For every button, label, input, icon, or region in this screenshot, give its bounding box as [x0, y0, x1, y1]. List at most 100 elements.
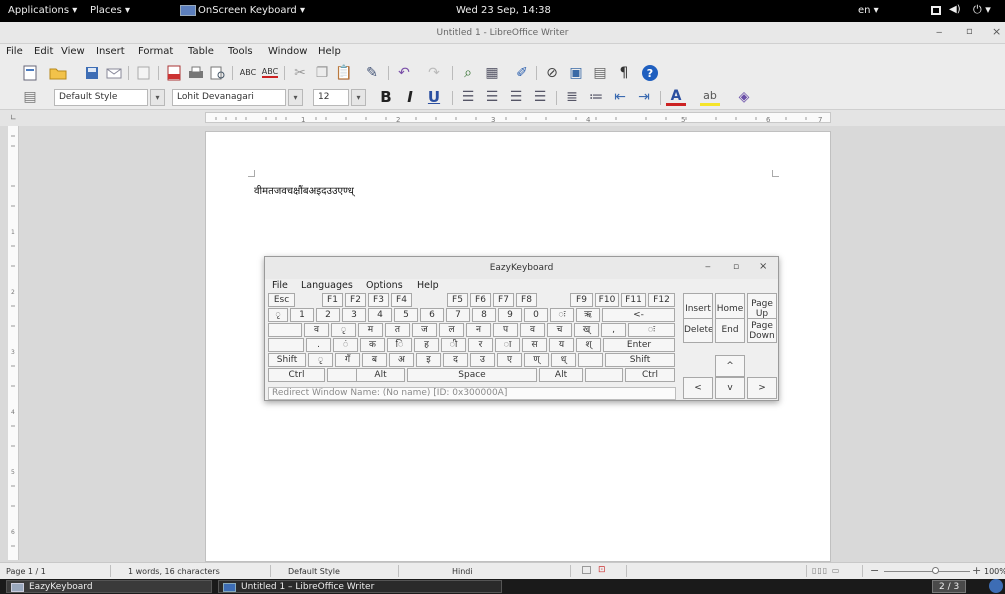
key-f1[interactable]: F1	[322, 293, 343, 307]
zoom-out-icon[interactable]: −	[870, 564, 879, 577]
insert-mode-icon[interactable]	[582, 566, 591, 574]
window-icon[interactable]	[931, 6, 941, 15]
data-sources-icon[interactable]: ▤	[590, 64, 610, 82]
navigator-icon[interactable]: ⊘	[542, 64, 562, 82]
volume-icon[interactable]: ◀)	[949, 4, 961, 15]
paragraph-style-combo[interactable]: Default Style	[54, 89, 148, 106]
menu-file[interactable]: File	[6, 46, 23, 57]
background-color-icon[interactable]: ◈	[734, 88, 754, 106]
redo-icon[interactable]: ↷	[424, 64, 444, 82]
font-name-dropdown[interactable]: ▾	[288, 89, 303, 106]
key-ri[interactable]: ऋ	[576, 308, 600, 322]
key-gan[interactable]: गँ	[335, 353, 360, 367]
minimize-button[interactable]: ‒	[936, 27, 942, 38]
key-0[interactable]: 0	[524, 308, 548, 322]
key-1[interactable]: 1	[290, 308, 314, 322]
workspace-switcher-icon[interactable]	[989, 579, 1003, 593]
key-ta[interactable]: त	[385, 323, 410, 337]
close-button[interactable]: ×	[992, 25, 1001, 38]
key-menu[interactable]	[585, 368, 623, 382]
clock[interactable]: Wed 23 Sep, 14:38	[456, 5, 551, 16]
key-ka[interactable]: क	[360, 338, 385, 352]
increase-indent-icon[interactable]: ⇥	[634, 88, 654, 106]
key-f8[interactable]: F8	[516, 293, 537, 307]
new-document-icon[interactable]	[20, 64, 40, 82]
copy-icon[interactable]: ❐	[312, 64, 332, 82]
active-app-menu[interactable]: OnScreen Keyboard ▾	[198, 5, 305, 16]
key-kha[interactable]: ख्	[574, 323, 599, 337]
help-icon[interactable]: ?	[640, 64, 660, 82]
autospellcheck-icon[interactable]: ABC	[260, 64, 280, 82]
key-ii-matra[interactable]: ी	[441, 338, 466, 352]
highlight-icon[interactable]: ab	[700, 88, 720, 106]
menu-tools[interactable]: Tools	[228, 46, 253, 57]
key-f12[interactable]: F12	[648, 293, 675, 307]
key-va[interactable]: व	[304, 323, 329, 337]
key-ba[interactable]: ब	[362, 353, 387, 367]
align-right-icon[interactable]: ☰	[506, 88, 526, 106]
key-shift-left[interactable]: Shift	[268, 353, 306, 367]
window-titlebar[interactable]: Untitled 1 - LibreOffice Writer ‒ ▫ ×	[0, 22, 1005, 44]
task-writer[interactable]: Untitled 1 – LibreOffice Writer	[218, 580, 502, 593]
key-sa[interactable]: स	[522, 338, 547, 352]
key-ctrl-left[interactable]: Ctrl	[268, 368, 325, 382]
key-i[interactable]: इ	[416, 353, 441, 367]
task-eazykeyboard[interactable]: EazyKeyboard	[6, 580, 212, 593]
numbering-icon[interactable]: ≣	[562, 88, 582, 106]
key-8[interactable]: 8	[472, 308, 496, 322]
key-f6[interactable]: F6	[470, 293, 491, 307]
menu-edit[interactable]: Edit	[34, 46, 53, 57]
language-indicator[interactable]: en ▾	[858, 5, 879, 16]
open-folder-icon[interactable]	[48, 64, 68, 82]
font-size-dropdown[interactable]: ▾	[351, 89, 366, 106]
key-sha[interactable]: श्	[576, 338, 601, 352]
key-anusvara[interactable]: ं	[333, 338, 358, 352]
key-f3[interactable]: F3	[368, 293, 389, 307]
key-nna[interactable]: ण्	[524, 353, 549, 367]
save-icon[interactable]	[82, 64, 102, 82]
print-icon[interactable]	[186, 64, 206, 82]
bold-button[interactable]: B	[376, 88, 396, 106]
key-i-matra[interactable]: ि	[387, 338, 412, 352]
key-alt-left[interactable]: Alt	[356, 368, 405, 382]
justify-icon[interactable]: ☰	[530, 88, 550, 106]
decrease-indent-icon[interactable]: ⇤	[610, 88, 630, 106]
key-caps[interactable]	[268, 338, 304, 352]
tab-stop-icon[interactable]: ∟	[10, 113, 17, 122]
menu-table[interactable]: Table	[188, 46, 214, 57]
keyboard-titlebar[interactable]: EazyKeyboard ‒ ▫ ×	[265, 257, 778, 279]
font-name-combo[interactable]: Lohit Devanagari	[172, 89, 286, 106]
key-a[interactable]: अ	[389, 353, 414, 367]
key-9[interactable]: 9	[498, 308, 522, 322]
kbd-menu-options[interactable]: Options	[366, 280, 403, 291]
key-arrow-left[interactable]: <	[683, 377, 713, 399]
key-visarga2[interactable]: ः	[628, 323, 675, 337]
key-backspace[interactable]: <-	[602, 308, 675, 322]
find-replace-icon[interactable]: ⌕	[458, 64, 478, 82]
styles-icon[interactable]: ▤	[20, 88, 40, 106]
key-na[interactable]: न	[466, 323, 491, 337]
horizontal-ruler[interactable]: 1 2 3 4 5 6 7	[205, 112, 831, 124]
key-visarga[interactable]: ः	[550, 308, 574, 322]
clone-formatting-icon[interactable]: ✎	[362, 64, 382, 82]
key-comma[interactable]: ,	[601, 323, 626, 337]
italic-button[interactable]: I	[400, 88, 420, 106]
key-la[interactable]: ल	[439, 323, 464, 337]
key-arrow-up[interactable]: ^	[715, 355, 745, 377]
cut-icon[interactable]: ✂	[290, 64, 310, 82]
underline-button[interactable]: U	[424, 88, 444, 106]
maximize-button[interactable]: ▫	[966, 26, 973, 37]
key-end[interactable]: End	[715, 318, 745, 343]
kbd-menu-help[interactable]: Help	[417, 280, 439, 291]
print-preview-icon[interactable]	[208, 64, 228, 82]
key-ctrl-right[interactable]: Ctrl	[625, 368, 675, 382]
key-da[interactable]: द	[443, 353, 468, 367]
keyboard-close-button[interactable]: ×	[759, 261, 767, 272]
places-menu[interactable]: Places ▾	[90, 5, 130, 16]
key-f9[interactable]: F9	[570, 293, 593, 307]
view-layout-icons[interactable]: ▯▯▯ ▭	[812, 566, 840, 575]
workspace-indicator[interactable]: 2 / 3	[932, 580, 967, 593]
keyboard-minimize-button[interactable]: ‒	[705, 262, 711, 272]
redirect-window-field[interactable]: Redirect Window Name: (No name) [ID: 0x3…	[268, 387, 676, 400]
key-f11[interactable]: F11	[621, 293, 646, 307]
